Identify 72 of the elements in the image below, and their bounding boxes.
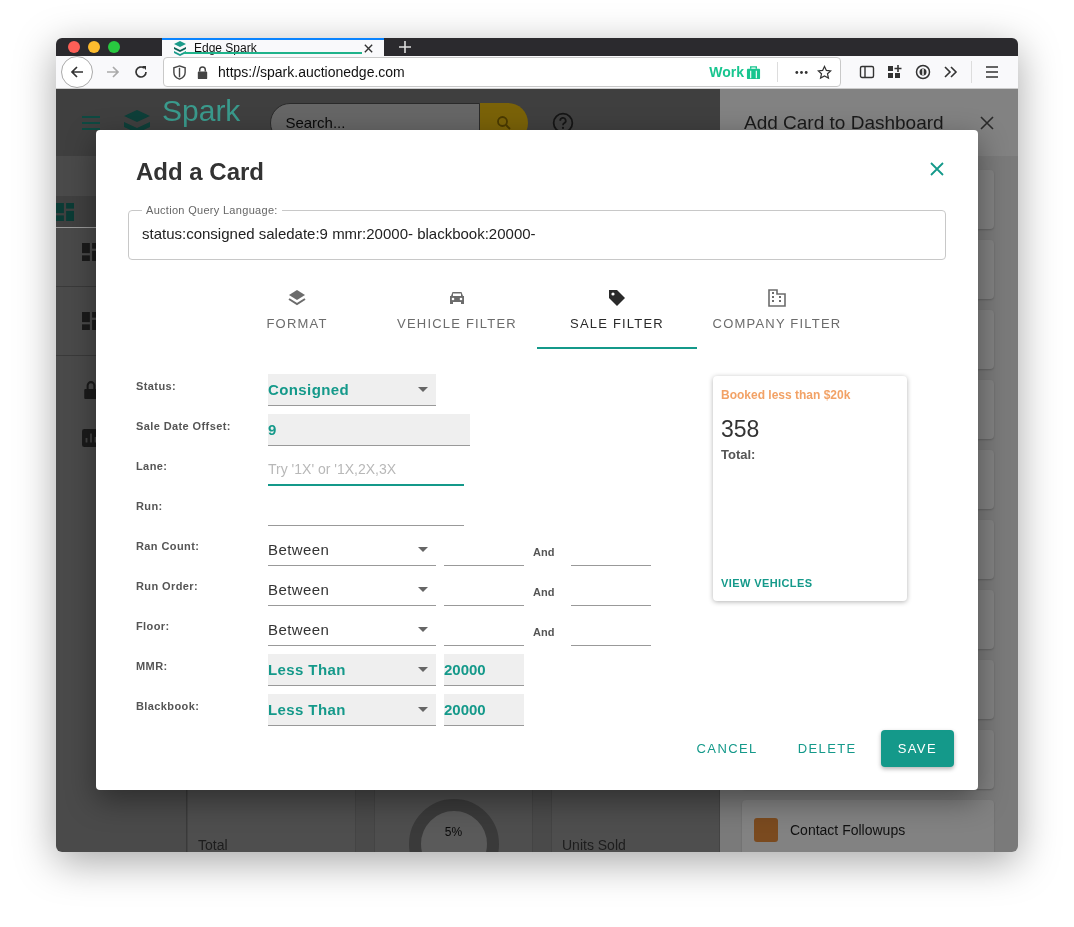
close-window-icon[interactable] [68, 41, 80, 53]
field-label: Status: [136, 379, 178, 392]
card-title: Booked less than $20k [721, 388, 852, 402]
input-field[interactable]: 9 [268, 414, 470, 446]
tag-icon [607, 288, 627, 308]
sidebar-icon[interactable] [859, 64, 875, 80]
address-bar[interactable]: https://spark.auctionedge.com Work [163, 57, 841, 87]
overflow-icon[interactable] [943, 64, 959, 80]
dialog-title: Add a Card [136, 158, 264, 186]
and-label: And [533, 585, 556, 598]
minimize-window-icon[interactable] [88, 41, 100, 53]
operator-select[interactable]: Between [268, 574, 436, 606]
new-tab-icon[interactable] [398, 40, 412, 54]
field-label: Sale Date Offset: [136, 419, 232, 432]
text-button[interactable]: CANCEL [680, 730, 774, 767]
container-label[interactable]: Work [709, 64, 744, 80]
logo-text: Spark [162, 95, 241, 127]
field-label: Floor: [136, 619, 171, 632]
donut-drawing: 5% [408, 799, 499, 852]
field-label: Run: [136, 499, 164, 512]
caret-icon [418, 547, 428, 552]
operator-select[interactable]: Between [268, 534, 436, 566]
count-label: Total: [721, 447, 757, 462]
field-label: Ran Count: [136, 539, 201, 552]
stack-logo-icon [172, 40, 188, 56]
operator-select[interactable]: Less Than [268, 694, 436, 726]
status-select[interactable]: Consigned [268, 374, 436, 406]
card-option[interactable]: Contact Followups [742, 800, 994, 852]
back-button[interactable] [61, 56, 93, 88]
lock-icon[interactable] [195, 64, 210, 80]
operator-select[interactable]: Between [268, 614, 436, 646]
building-icon [767, 288, 787, 308]
tab[interactable]: FORMAT [217, 282, 377, 349]
operator-select[interactable]: Less Than [268, 654, 436, 686]
input-field[interactable]: 20000 [444, 694, 524, 726]
save-button[interactable]: SAVE [880, 730, 954, 767]
back-icon [69, 64, 85, 80]
input-field[interactable]: 20000 [444, 654, 524, 686]
layers-icon [287, 288, 307, 308]
star-icon[interactable] [817, 64, 832, 80]
password-icon[interactable] [915, 64, 931, 80]
tab[interactable]: COMPANY FILTER [697, 282, 857, 349]
field-label: MMR: [136, 659, 169, 672]
browser-tab[interactable]: Edge Spark [162, 38, 384, 56]
panel-title: Add Card to Dashboard [744, 111, 944, 134]
text-button[interactable]: DELETE [781, 730, 873, 767]
menu-icon[interactable] [984, 64, 1000, 80]
and-label: And [533, 625, 556, 638]
field-label: Run Order: [136, 579, 200, 592]
zoom-window-icon[interactable] [108, 41, 120, 53]
briefcase-icon [746, 64, 761, 80]
search-icon [496, 114, 513, 131]
input-field[interactable]: Try '1X' or '1X,2X,3X [268, 454, 464, 486]
caret-icon [418, 587, 428, 592]
tab[interactable]: SALE FILTER [537, 282, 697, 349]
view-vehicles-link[interactable]: VIEW VEHICLES [721, 577, 899, 589]
reload-icon[interactable] [133, 64, 149, 80]
caret-icon [418, 387, 428, 392]
and-label: And [533, 545, 556, 558]
field-label: Lane: [136, 459, 169, 472]
caret-icon [418, 707, 428, 712]
caret-icon [418, 667, 428, 672]
shield-icon[interactable] [172, 64, 187, 80]
close-tab-icon[interactable] [363, 42, 374, 54]
count-value: 358 [721, 416, 761, 443]
query-field[interactable]: Auction Query Language: status:consigned saledate:9 mmr:20000- blackbook:20000- [128, 204, 946, 260]
field-label: Blackbook: [136, 699, 201, 712]
close-icon[interactable] [980, 115, 994, 130]
tab[interactable]: VEHICLE FILTER [377, 282, 537, 349]
close-icon[interactable] [930, 162, 944, 176]
caret-icon [418, 627, 428, 632]
extensions-icon[interactable] [887, 64, 903, 80]
